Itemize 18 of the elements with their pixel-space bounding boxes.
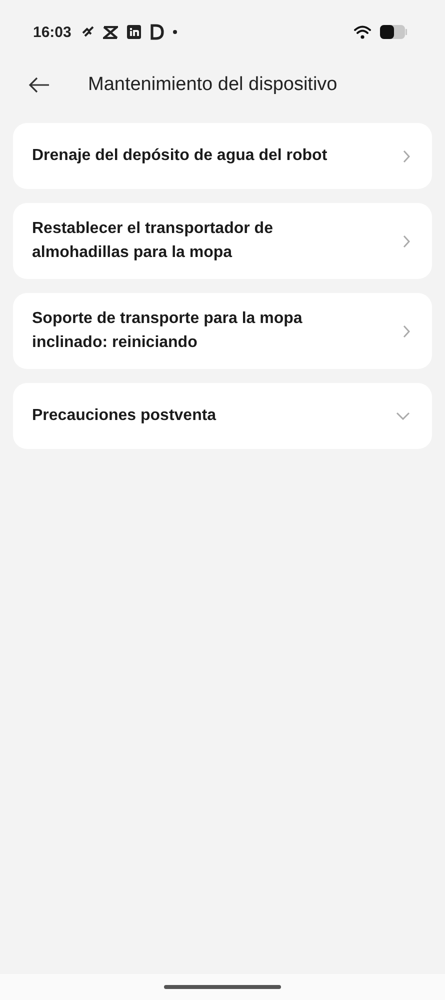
chevron-down-icon xyxy=(396,412,410,420)
menu-item[interactable]: Restablecer el transportador de almohadillas para la mopa xyxy=(13,203,432,279)
menu-item[interactable]: Drenaje del depósito de agua del robot xyxy=(13,123,432,189)
wifi-icon xyxy=(354,25,371,39)
home-handle[interactable] xyxy=(164,985,281,989)
chevron-right-icon xyxy=(403,324,410,338)
notification-icon xyxy=(103,26,118,38)
dot-icon xyxy=(173,30,178,34)
notification-icon xyxy=(127,25,142,39)
chevron-right-icon xyxy=(403,150,410,162)
page-title: Mantenimiento del dispositivo xyxy=(88,74,338,96)
chevron-right-icon xyxy=(403,234,410,248)
notification-icon xyxy=(150,24,164,40)
menu-item[interactable]: Soporte de transporte para la mopa inclinado: reiniciando xyxy=(13,293,432,369)
status-time: 16:03 xyxy=(33,24,72,40)
menu-item[interactable]: Precauciones postventa xyxy=(13,383,432,449)
battery-icon xyxy=(380,25,407,39)
notification-icon xyxy=(82,26,94,38)
